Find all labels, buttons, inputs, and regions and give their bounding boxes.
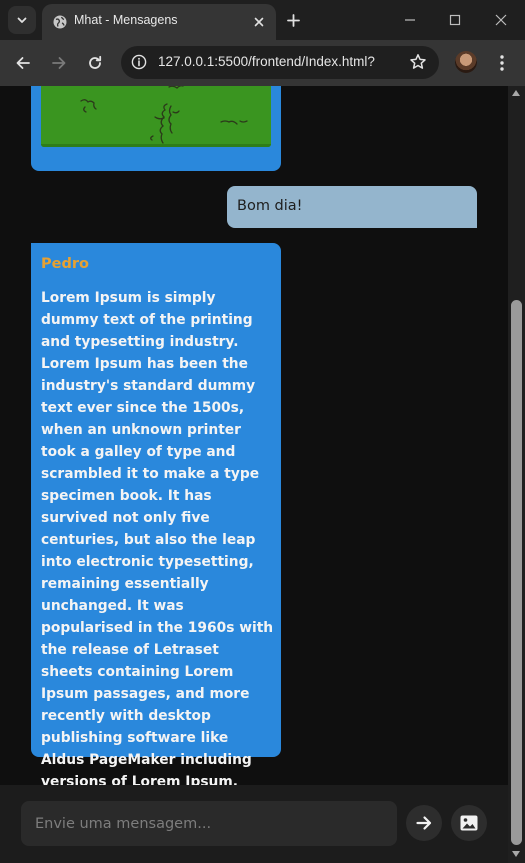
profile-avatar[interactable]	[455, 51, 477, 73]
browser-toolbar: 127.0.0.1:5500/frontend/Index.html?	[0, 40, 525, 86]
new-tab-button[interactable]	[282, 9, 304, 31]
arrow-left-icon	[16, 57, 30, 69]
arrow-right-icon	[416, 816, 432, 830]
sender-name: Pedro	[41, 256, 89, 272]
chevron-down-icon	[17, 17, 27, 23]
grass-image	[41, 86, 271, 147]
message-image-bubble	[31, 86, 281, 171]
forward-button[interactable]	[47, 51, 71, 75]
maximize-icon	[449, 14, 461, 26]
kebab-menu-icon	[500, 55, 504, 71]
url-text: 127.0.0.1:5500/frontend/Index.html?	[158, 54, 375, 69]
browser-menu-button[interactable]	[492, 51, 512, 75]
maximize-button[interactable]	[443, 8, 467, 32]
tab-title: Mhat - Mensagens	[74, 13, 178, 27]
close-window-button[interactable]	[489, 8, 513, 32]
info-icon[interactable]	[131, 54, 147, 70]
reload-button[interactable]	[83, 51, 107, 75]
star-icon[interactable]	[409, 53, 427, 71]
scrollbar-thumb[interactable]	[511, 300, 522, 845]
page-scrollbar[interactable]	[508, 86, 525, 863]
tab-close-button[interactable]	[250, 13, 268, 31]
attach-image-button[interactable]	[451, 805, 487, 841]
close-icon	[254, 17, 264, 27]
received-message-bubble: Pedro Lorem Ipsum is simply dummy text o…	[31, 243, 281, 790]
message-image[interactable]	[41, 86, 271, 147]
scroll-up-arrow[interactable]	[512, 90, 520, 96]
message-composer	[0, 785, 508, 863]
address-bar[interactable]: 127.0.0.1:5500/frontend/Index.html?	[121, 46, 439, 79]
back-button[interactable]	[11, 51, 35, 75]
message-text: Bom dia!	[237, 198, 303, 214]
chat-page: Bom dia! Pedro Lorem Ipsum is simply dum…	[0, 86, 508, 863]
globe-icon	[53, 15, 67, 29]
message-text: Lorem Ipsum is simply dummy text of the …	[41, 290, 274, 790]
sent-message-bubble: Bom dia!	[227, 186, 477, 228]
arrow-right-icon	[52, 57, 66, 69]
plus-icon	[286, 13, 300, 27]
browser-tab[interactable]: Mhat - Mensagens	[42, 4, 276, 40]
tab-search-button[interactable]	[8, 6, 36, 34]
minimize-button[interactable]	[398, 8, 422, 32]
send-button[interactable]	[406, 805, 442, 841]
close-icon	[495, 14, 507, 26]
image-icon	[460, 815, 478, 831]
minimize-icon	[405, 19, 415, 21]
scroll-down-arrow[interactable]	[512, 851, 520, 857]
reload-icon	[89, 55, 102, 69]
browser-tab-bar: Mhat - Mensagens	[0, 0, 525, 40]
message-input[interactable]	[21, 801, 397, 846]
